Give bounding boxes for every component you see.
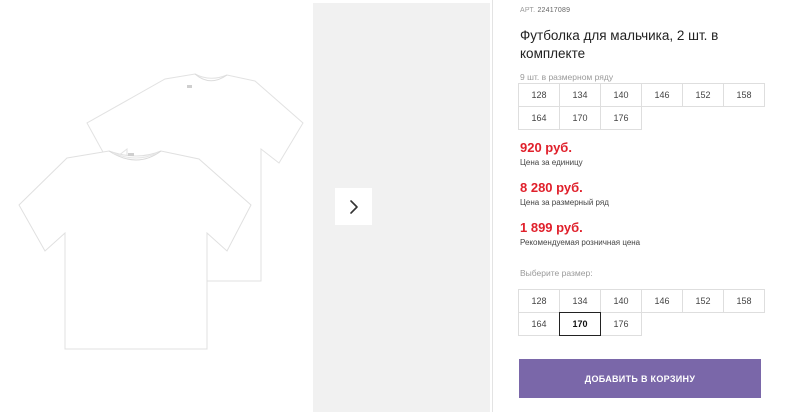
retail-price: 1 899 руб. [520,220,583,235]
unit-price-caption: Цена за единицу [520,158,583,167]
series-size-cell: 158 [723,83,765,107]
size-series-label: 9 шт. в размерном ряду [520,72,614,82]
size-option-128[interactable]: 128 [518,289,560,313]
series-size-cell: 134 [559,83,601,107]
series-size-cell: 146 [641,83,683,107]
retail-price-caption: Рекомендуемая розничная цена [520,238,641,247]
product-title: Футболка для мальчика, 2 шт. в комплекте [520,28,719,61]
size-option-146[interactable]: 146 [641,289,683,313]
add-to-cart-button[interactable]: ДОБАВИТЬ В КОРЗИНУ [519,359,761,398]
size-option-176[interactable]: 176 [600,312,642,336]
series-size-cell: 140 [600,83,642,107]
gallery-next-button[interactable] [335,188,372,225]
column-divider [492,0,493,412]
article-number: 22417089 [537,7,571,14]
series-price: 8 280 руб. [520,180,583,195]
article-line: АРТ. 22417089 [520,7,570,14]
size-option-134[interactable]: 134 [559,289,601,313]
size-option-170-selected[interactable]: 170 [559,312,601,336]
chevron-right-icon [349,199,358,214]
size-series-grid: 128 134 140 146 152 158 164 170 176 [518,83,765,130]
series-size-cell: 176 [600,106,642,130]
size-option-164[interactable]: 164 [518,312,560,336]
series-size-cell: 152 [682,83,724,107]
size-select-label: Выберите размер: [520,268,593,278]
series-price-caption: Цена за размерный ряд [520,198,609,207]
size-option-140[interactable]: 140 [600,289,642,313]
unit-price: 920 руб. [520,140,572,155]
tshirts-image [18,73,304,350]
article-label: АРТ. [520,7,536,14]
size-option-158[interactable]: 158 [723,289,765,313]
series-size-cell: 128 [518,83,560,107]
product-gallery [0,0,492,412]
series-size-cell: 164 [518,106,560,130]
size-option-152[interactable]: 152 [682,289,724,313]
product-main-photo[interactable] [9,3,309,412]
series-size-cell: 170 [559,106,601,130]
size-select-grid: 128 134 140 146 152 158 164 170 176 [518,289,765,336]
